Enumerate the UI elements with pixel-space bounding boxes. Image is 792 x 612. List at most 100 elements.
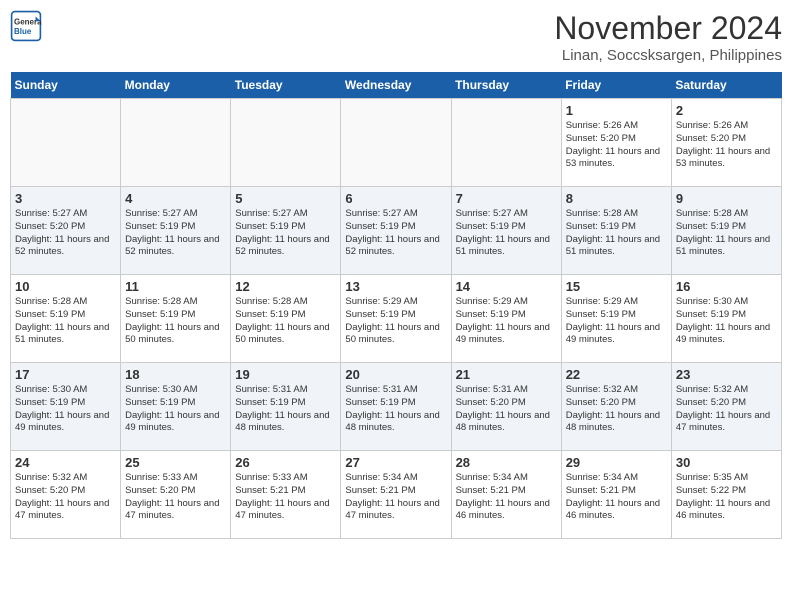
calendar-cell: 21 Sunrise: 5:31 AM Sunset: 5:20 PM Dayli… bbox=[451, 363, 561, 451]
date-number: 22 bbox=[566, 367, 667, 382]
date-number: 10 bbox=[15, 279, 116, 294]
calendar-cell bbox=[121, 99, 231, 187]
calendar-cell: 26 Sunrise: 5:33 AM Sunset: 5:21 PM Dayli… bbox=[231, 451, 341, 539]
cell-info: Sunrise: 5:30 AM Sunset: 5:19 PM Dayligh… bbox=[15, 384, 116, 435]
calendar-table: SundayMondayTuesdayWednesdayThursdayFrid… bbox=[10, 72, 782, 539]
date-number: 15 bbox=[566, 279, 667, 294]
calendar-header-row: SundayMondayTuesdayWednesdayThursdayFrid… bbox=[11, 72, 782, 99]
calendar-week-1: 1 Sunrise: 5:26 AM Sunset: 5:20 PM Daylig… bbox=[11, 99, 782, 187]
calendar-week-5: 24 Sunrise: 5:32 AM Sunset: 5:20 PM Dayli… bbox=[11, 451, 782, 539]
date-number: 2 bbox=[676, 103, 777, 118]
calendar-cell: 30Sunrise: 5:35 AM Sunset: 5:22 PM Dayli… bbox=[671, 451, 781, 539]
calendar-week-4: 17 Sunrise: 5:30 AM Sunset: 5:19 PM Dayli… bbox=[11, 363, 782, 451]
date-number: 12 bbox=[235, 279, 336, 294]
cell-info: Sunrise: 5:32 AM Sunset: 5:20 PM Dayligh… bbox=[566, 384, 667, 435]
title-block: November 2024 Linan, Soccsksargen, Phili… bbox=[554, 10, 782, 64]
date-number: 18 bbox=[125, 367, 226, 382]
date-number: 11 bbox=[125, 279, 226, 294]
date-number: 14 bbox=[456, 279, 557, 294]
cell-info: Sunrise: 5:28 AM Sunset: 5:19 PM Dayligh… bbox=[566, 208, 667, 259]
page-header: General Blue November 2024 Linan, Soccsk… bbox=[10, 10, 782, 64]
cell-info: Sunrise: 5:34 AM Sunset: 5:21 PM Dayligh… bbox=[566, 472, 667, 523]
date-number: 24 bbox=[15, 455, 116, 470]
date-number: 9 bbox=[676, 191, 777, 206]
day-header-saturday: Saturday bbox=[671, 72, 781, 99]
cell-info: Sunrise: 5:32 AM Sunset: 5:20 PM Dayligh… bbox=[676, 384, 777, 435]
svg-text:Blue: Blue bbox=[14, 27, 32, 36]
calendar-cell: 10 Sunrise: 5:28 AM Sunset: 5:19 PM Dayli… bbox=[11, 275, 121, 363]
date-number: 1 bbox=[566, 103, 667, 118]
cell-info: Sunrise: 5:34 AM Sunset: 5:21 PM Dayligh… bbox=[456, 472, 557, 523]
calendar-cell: 3 Sunrise: 5:27 AM Sunset: 5:20 PM Daylig… bbox=[11, 187, 121, 275]
cell-info: Sunrise: 5:27 AM Sunset: 5:20 PM Dayligh… bbox=[15, 208, 116, 259]
cell-info: Sunrise: 5:29 AM Sunset: 5:19 PM Dayligh… bbox=[456, 296, 557, 347]
calendar-cell: 27Sunrise: 5:34 AM Sunset: 5:21 PM Dayli… bbox=[341, 451, 451, 539]
cell-info: Sunrise: 5:28 AM Sunset: 5:19 PM Dayligh… bbox=[125, 296, 226, 347]
calendar-cell: 14 Sunrise: 5:29 AM Sunset: 5:19 PM Dayli… bbox=[451, 275, 561, 363]
calendar-week-2: 3 Sunrise: 5:27 AM Sunset: 5:20 PM Daylig… bbox=[11, 187, 782, 275]
calendar-cell: 15 Sunrise: 5:29 AM Sunset: 5:19 PM Dayli… bbox=[561, 275, 671, 363]
cell-info: Sunrise: 5:33 AM Sunset: 5:20 PM Dayligh… bbox=[125, 472, 226, 523]
date-number: 6 bbox=[345, 191, 446, 206]
cell-info: Sunrise: 5:28 AM Sunset: 5:19 PM Dayligh… bbox=[235, 296, 336, 347]
day-header-tuesday: Tuesday bbox=[231, 72, 341, 99]
calendar-cell: 5 Sunrise: 5:27 AM Sunset: 5:19 PM Daylig… bbox=[231, 187, 341, 275]
calendar-cell bbox=[451, 99, 561, 187]
date-number: 5 bbox=[235, 191, 336, 206]
calendar-cell: 12 Sunrise: 5:28 AM Sunset: 5:19 PM Dayli… bbox=[231, 275, 341, 363]
calendar-cell: 16Sunrise: 5:30 AM Sunset: 5:19 PM Dayli… bbox=[671, 275, 781, 363]
logo-icon: General Blue bbox=[10, 10, 42, 42]
cell-info: Sunrise: 5:27 AM Sunset: 5:19 PM Dayligh… bbox=[125, 208, 226, 259]
date-number: 8 bbox=[566, 191, 667, 206]
calendar-cell: 4 Sunrise: 5:27 AM Sunset: 5:19 PM Daylig… bbox=[121, 187, 231, 275]
day-header-friday: Friday bbox=[561, 72, 671, 99]
date-number: 23 bbox=[676, 367, 777, 382]
calendar-cell: 29 Sunrise: 5:34 AM Sunset: 5:21 PM Dayli… bbox=[561, 451, 671, 539]
calendar-cell: 20Sunrise: 5:31 AM Sunset: 5:19 PM Dayli… bbox=[341, 363, 451, 451]
cell-info: Sunrise: 5:31 AM Sunset: 5:20 PM Dayligh… bbox=[456, 384, 557, 435]
calendar-cell: 6 Sunrise: 5:27 AM Sunset: 5:19 PM Daylig… bbox=[341, 187, 451, 275]
day-header-monday: Monday bbox=[121, 72, 231, 99]
calendar-cell: 24 Sunrise: 5:32 AM Sunset: 5:20 PM Dayli… bbox=[11, 451, 121, 539]
cell-info: Sunrise: 5:35 AM Sunset: 5:22 PM Dayligh… bbox=[676, 472, 777, 523]
cell-info: Sunrise: 5:27 AM Sunset: 5:19 PM Dayligh… bbox=[235, 208, 336, 259]
calendar-cell: 23 Sunrise: 5:32 AM Sunset: 5:20 PM Dayli… bbox=[671, 363, 781, 451]
date-number: 26 bbox=[235, 455, 336, 470]
date-number: 21 bbox=[456, 367, 557, 382]
date-number: 4 bbox=[125, 191, 226, 206]
cell-info: Sunrise: 5:26 AM Sunset: 5:20 PM Dayligh… bbox=[676, 120, 777, 171]
cell-info: Sunrise: 5:27 AM Sunset: 5:19 PM Dayligh… bbox=[345, 208, 446, 259]
calendar-cell: 17 Sunrise: 5:30 AM Sunset: 5:19 PM Dayli… bbox=[11, 363, 121, 451]
cell-info: Sunrise: 5:33 AM Sunset: 5:21 PM Dayligh… bbox=[235, 472, 336, 523]
cell-info: Sunrise: 5:27 AM Sunset: 5:19 PM Dayligh… bbox=[456, 208, 557, 259]
day-header-wednesday: Wednesday bbox=[341, 72, 451, 99]
calendar-cell: 9 Sunrise: 5:28 AM Sunset: 5:19 PM Daylig… bbox=[671, 187, 781, 275]
cell-info: Sunrise: 5:31 AM Sunset: 5:19 PM Dayligh… bbox=[345, 384, 446, 435]
date-number: 3 bbox=[15, 191, 116, 206]
date-number: 13 bbox=[345, 279, 446, 294]
calendar-cell: 25Sunrise: 5:33 AM Sunset: 5:20 PM Dayli… bbox=[121, 451, 231, 539]
cell-info: Sunrise: 5:30 AM Sunset: 5:19 PM Dayligh… bbox=[125, 384, 226, 435]
calendar-cell: 18 Sunrise: 5:30 AM Sunset: 5:19 PM Dayli… bbox=[121, 363, 231, 451]
date-number: 17 bbox=[15, 367, 116, 382]
logo: General Blue bbox=[10, 10, 42, 42]
page-title: November 2024 bbox=[554, 10, 782, 47]
cell-info: Sunrise: 5:29 AM Sunset: 5:19 PM Dayligh… bbox=[345, 296, 446, 347]
date-number: 7 bbox=[456, 191, 557, 206]
cell-info: Sunrise: 5:31 AM Sunset: 5:19 PM Dayligh… bbox=[235, 384, 336, 435]
calendar-cell: 13 Sunrise: 5:29 AM Sunset: 5:19 PM Dayli… bbox=[341, 275, 451, 363]
date-number: 28 bbox=[456, 455, 557, 470]
cell-info: Sunrise: 5:28 AM Sunset: 5:19 PM Dayligh… bbox=[15, 296, 116, 347]
calendar-cell bbox=[341, 99, 451, 187]
cell-info: Sunrise: 5:28 AM Sunset: 5:19 PM Dayligh… bbox=[676, 208, 777, 259]
cell-info: Sunrise: 5:34 AM Sunset: 5:21 PM Dayligh… bbox=[345, 472, 446, 523]
calendar-cell: 19Sunrise: 5:31 AM Sunset: 5:19 PM Dayli… bbox=[231, 363, 341, 451]
cell-info: Sunrise: 5:32 AM Sunset: 5:20 PM Dayligh… bbox=[15, 472, 116, 523]
calendar-cell bbox=[231, 99, 341, 187]
date-number: 29 bbox=[566, 455, 667, 470]
calendar-week-3: 10 Sunrise: 5:28 AM Sunset: 5:19 PM Dayli… bbox=[11, 275, 782, 363]
calendar-cell: 22 Sunrise: 5:32 AM Sunset: 5:20 PM Dayli… bbox=[561, 363, 671, 451]
cell-info: Sunrise: 5:29 AM Sunset: 5:19 PM Dayligh… bbox=[566, 296, 667, 347]
calendar-cell: 28 Sunrise: 5:34 AM Sunset: 5:21 PM Dayli… bbox=[451, 451, 561, 539]
cell-info: Sunrise: 5:26 AM Sunset: 5:20 PM Dayligh… bbox=[566, 120, 667, 171]
